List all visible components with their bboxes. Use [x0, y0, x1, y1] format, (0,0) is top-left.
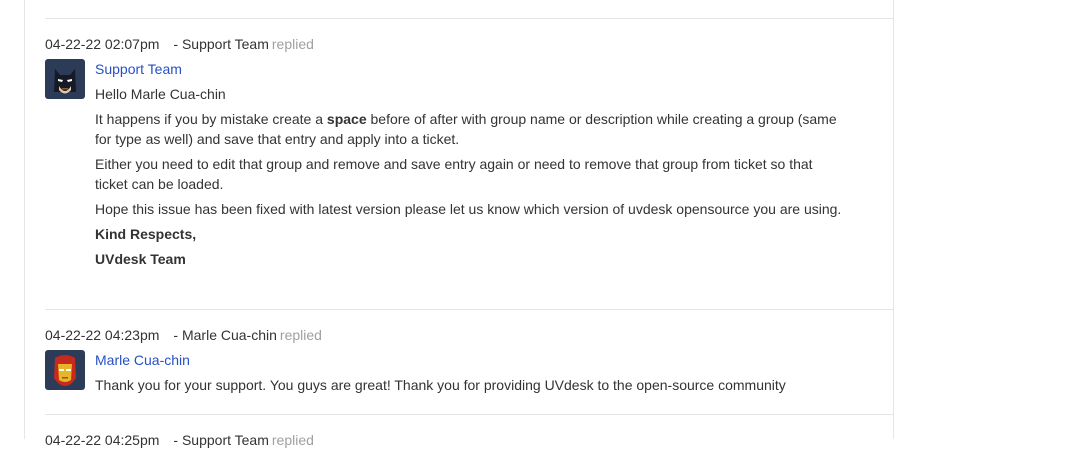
- thread-by: - Support Team: [173, 432, 269, 448]
- message-signature: UVdesk Team: [95, 251, 186, 267]
- thread-action: replied: [271, 36, 314, 52]
- thread-by: - Marle Cua-chin: [173, 327, 277, 343]
- thread-item: 04-22-22 04:25pm - Support Team replied: [45, 430, 893, 450]
- ironman-avatar-icon: [45, 350, 85, 390]
- thread-action: replied: [271, 432, 314, 448]
- thread-timestamp: 04-22-22 04:23pm: [45, 327, 160, 343]
- batman-avatar-icon: [45, 59, 85, 99]
- message-greeting: Hello Marle Cua-chin: [95, 86, 226, 102]
- thread-timestamp: 04-22-22 04:25pm: [45, 432, 160, 448]
- thread-timestamp: 04-22-22 02:07pm: [45, 36, 160, 52]
- thread-divider: [45, 414, 893, 415]
- message-signoff: Kind Respects,: [95, 226, 197, 242]
- thread-meta: 04-22-22 02:07pm - Support Team replied: [45, 34, 893, 54]
- thread-body: Marle Cua-chin Thank you for your suppor…: [95, 350, 845, 395]
- thread-divider: [45, 309, 893, 310]
- message-paragraph: It happens if you by mistake create a sp…: [95, 109, 845, 149]
- ticket-thread-panel: 04-22-22 02:07pm - Support Team replied Su…: [24, 0, 894, 448]
- thread-action: replied: [279, 327, 322, 343]
- thread-meta: 04-22-22 04:25pm - Support Team replied: [45, 430, 893, 450]
- thread-body: Support Team Hello Marle Cua-chin It hap…: [95, 59, 845, 269]
- thread-item: 04-22-22 02:07pm - Support Team replied Su…: [45, 34, 893, 267]
- message-text: It happens if you by mistake create a: [95, 111, 327, 127]
- message-paragraph: Either you need to edit that group and r…: [95, 156, 813, 192]
- message-paragraph: Hope this issue has been fixed with late…: [95, 201, 842, 217]
- thread-meta: 04-22-22 04:23pm - Marle Cua-chin replied: [45, 325, 893, 345]
- thread-author-link[interactable]: Support Team: [95, 59, 845, 79]
- message-bold-text: space: [326, 111, 367, 127]
- thread-item: 04-22-22 04:23pm - Marle Cua-chin replied …: [45, 325, 893, 393]
- message-paragraph: Thank you for your support. You guys are…: [95, 377, 786, 393]
- thread-by: - Support Team: [173, 36, 269, 52]
- thread-divider: [45, 18, 893, 19]
- thread-author-link[interactable]: Marle Cua-chin: [95, 350, 845, 370]
